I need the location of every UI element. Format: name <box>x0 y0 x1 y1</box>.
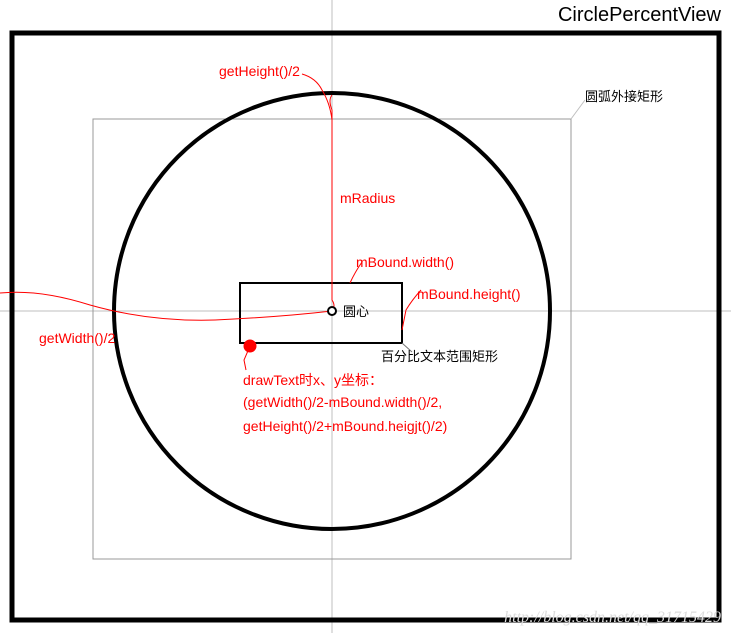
label-getheight-half: getHeight()/2 <box>219 63 300 79</box>
page-title: CirclePercentView <box>558 4 721 27</box>
label-drawtext-line1: (getWidth()/2-mBound.width()/2, <box>243 394 442 410</box>
leader-getwidth <box>0 292 332 320</box>
text-bound-rect <box>240 283 402 343</box>
leader-getheight <box>302 74 332 120</box>
label-outer-rect: 圆弧外接矩形 <box>585 86 663 105</box>
center-dot <box>328 307 336 315</box>
outer-rect <box>12 33 719 620</box>
label-mbound-width: mBound.width() <box>356 254 454 270</box>
watermark: http://blog.csdn.net/qq_31715429 <box>504 609 721 627</box>
diagram-stage: CirclePercentView getHeight()/2 mRadius … <box>0 0 731 633</box>
leader-mradius <box>330 95 334 311</box>
label-mradius: mRadius <box>340 190 395 206</box>
label-center: 圆心 <box>343 301 369 320</box>
label-mbound-height: mBound.height() <box>417 286 521 302</box>
label-text-rect: 百分比文本范围矩形 <box>381 346 498 365</box>
label-getwidth-half: getWidth()/2 <box>39 330 115 346</box>
label-drawtext-title: drawText时x、y坐标： <box>243 370 383 390</box>
label-drawtext-line2: getHeight()/2+mBound.heigjt()/2) <box>243 418 447 434</box>
bounding-square-leader <box>571 100 585 119</box>
